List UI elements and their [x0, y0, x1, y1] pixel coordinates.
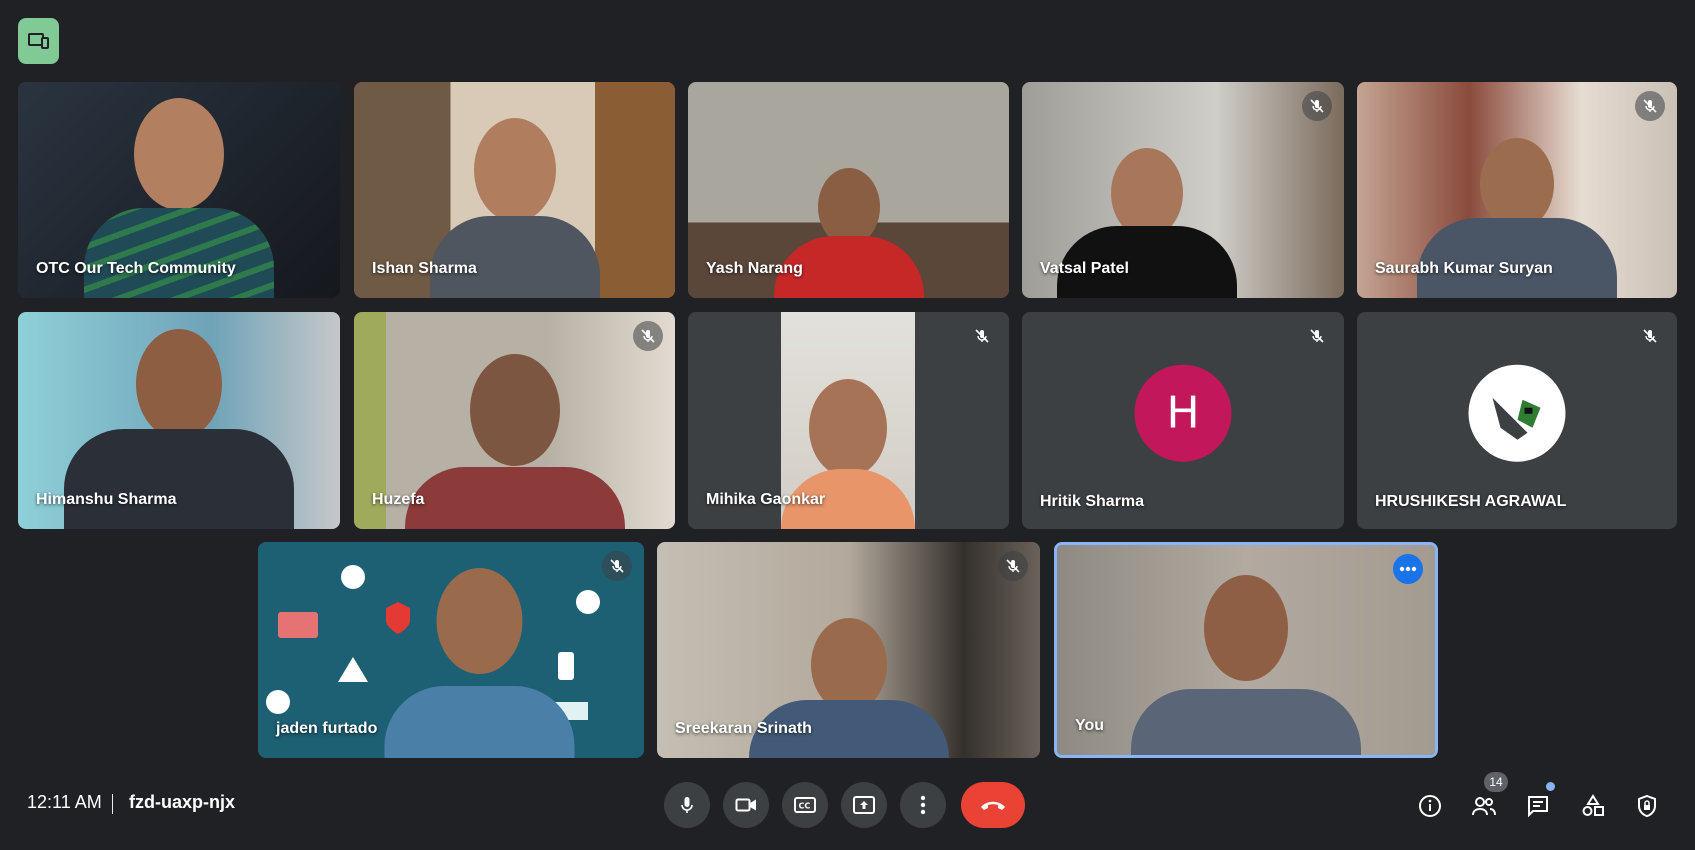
- participant-name: Vatsal Patel: [1040, 260, 1129, 277]
- present-icon: [853, 796, 875, 814]
- people-button[interactable]: [1470, 792, 1498, 820]
- participant-name: Yash Narang: [706, 260, 803, 277]
- participant-tile[interactable]: Yash Narang: [688, 82, 1009, 298]
- participant-tile[interactable]: Mihika Gaonkar: [688, 312, 1009, 529]
- participant-tile[interactable]: Sreekaran Srinath: [657, 542, 1040, 758]
- muted-indicator: [998, 551, 1028, 581]
- muted-indicator: [1635, 91, 1665, 121]
- activities-button[interactable]: [1579, 792, 1607, 820]
- participant-tile[interactable]: OTC Our Tech Community: [18, 82, 340, 298]
- participant-name: jaden furtado: [276, 720, 378, 737]
- meeting-details-button[interactable]: [1416, 792, 1444, 820]
- mic-off-icon: [610, 559, 624, 573]
- mic-off-icon: [1310, 329, 1324, 343]
- participant-tile[interactable]: HRUSHIKESH AGRAWAL: [1357, 312, 1677, 529]
- meeting-code: fzd-uaxp-njx: [129, 792, 235, 812]
- participant-tile-self[interactable]: You: [1054, 542, 1438, 758]
- participant-name: You: [1075, 717, 1105, 734]
- device-screen-icon: [27, 33, 49, 49]
- mic-icon: [681, 797, 693, 813]
- more-vert-icon: [920, 795, 926, 815]
- muted-indicator: [633, 321, 663, 351]
- more-horiz-icon: [1399, 566, 1417, 572]
- end-call-icon: [981, 801, 1005, 810]
- muted-indicator: [602, 551, 632, 581]
- participant-tile[interactable]: Himanshu Sharma: [18, 312, 340, 529]
- participant-name: Mihika Gaonkar: [706, 491, 826, 508]
- mic-off-icon: [1643, 329, 1657, 343]
- host-controls-button[interactable]: [1633, 792, 1661, 820]
- microphone-button[interactable]: [664, 782, 710, 828]
- chat-icon: [1528, 796, 1548, 818]
- participant-tile[interactable]: Vatsal Patel: [1022, 82, 1344, 298]
- participant-name: Saurabh Kumar Suryan: [1375, 260, 1553, 277]
- more-options-button[interactable]: [900, 782, 946, 828]
- participant-video: [773, 168, 924, 298]
- camera-icon: [735, 798, 756, 812]
- camera-button[interactable]: [723, 782, 769, 828]
- more-options-button[interactable]: [1393, 554, 1423, 584]
- captions-icon: CC: [794, 797, 816, 813]
- mic-off-icon: [1310, 99, 1324, 113]
- participant-tile[interactable]: Ishan Sharma: [354, 82, 675, 298]
- participant-video: [404, 354, 625, 529]
- muted-indicator: [1302, 91, 1332, 121]
- avatar-letter: H: [1166, 387, 1200, 439]
- participant-tile[interactable]: H Hritik Sharma: [1022, 312, 1344, 529]
- muted-indicator: [1302, 321, 1332, 351]
- avatar: H: [1134, 364, 1232, 462]
- muted-indicator: [1635, 321, 1665, 351]
- captions-button[interactable]: CC: [782, 782, 828, 828]
- mic-off-icon: [1006, 559, 1020, 573]
- participant-name: Ishan Sharma: [372, 260, 477, 277]
- meeting-status-badge[interactable]: [18, 18, 59, 64]
- participant-video: [1131, 575, 1361, 755]
- activities-icon: [1582, 794, 1604, 816]
- svg-text:CC: CC: [799, 802, 811, 811]
- new-message-indicator: [1546, 782, 1555, 791]
- profile-picture-icon: [1492, 397, 1540, 440]
- participant-count-badge: 14: [1484, 772, 1508, 792]
- avatar: [1468, 364, 1566, 462]
- mic-off-icon: [641, 329, 655, 343]
- participant-name: Huzefa: [372, 491, 425, 508]
- muted-indicator: [967, 321, 997, 351]
- participant-tile[interactable]: Saurabh Kumar Suryan: [1357, 82, 1677, 298]
- participant-name: HRUSHIKESH AGRAWAL: [1375, 493, 1567, 510]
- present-button[interactable]: [841, 782, 887, 828]
- participant-video: [384, 568, 575, 758]
- participant-name: OTC Our Tech Community: [36, 260, 236, 277]
- clock: 12:11 AM: [27, 792, 102, 812]
- mic-off-icon: [975, 329, 989, 343]
- participant-tile[interactable]: jaden furtado: [258, 542, 644, 758]
- host-controls-icon: [1638, 794, 1656, 818]
- participant-name: Hritik Sharma: [1040, 493, 1145, 510]
- meeting-toolbar: 12:11 AM fzd-uaxp-njx CC 14: [0, 750, 1695, 850]
- people-icon: [1472, 797, 1496, 816]
- participant-tile[interactable]: Huzefa: [354, 312, 675, 529]
- separator: [112, 794, 113, 814]
- leave-call-button[interactable]: [961, 782, 1025, 828]
- chat-button[interactable]: [1524, 792, 1552, 820]
- info-icon: [1419, 795, 1441, 817]
- participant-name: Himanshu Sharma: [36, 491, 177, 508]
- participant-name: Sreekaran Srinath: [675, 720, 812, 737]
- mic-off-icon: [1643, 99, 1657, 113]
